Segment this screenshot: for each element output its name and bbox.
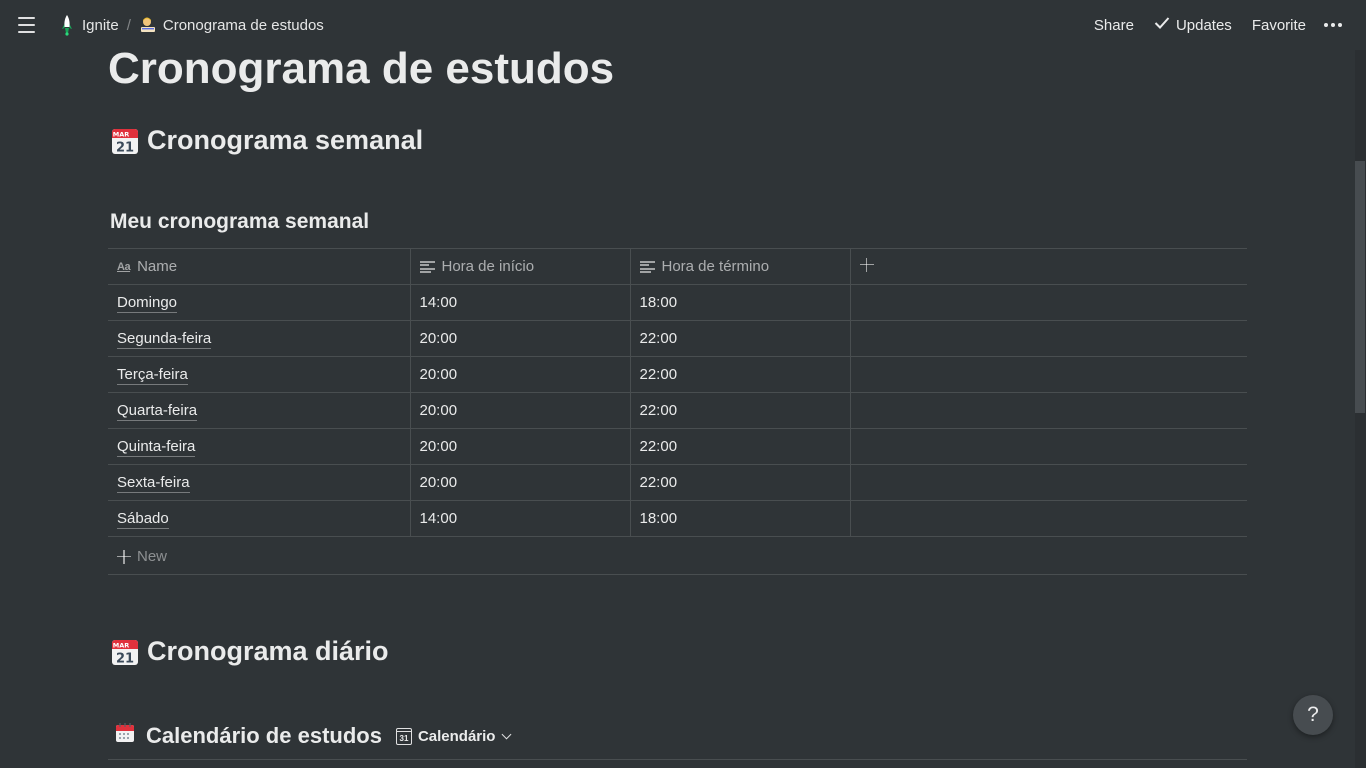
chevron-down-icon <box>502 729 512 739</box>
cell-empty[interactable] <box>849 356 1247 393</box>
cell-start[interactable]: 20:00 <box>409 356 630 393</box>
cell-empty[interactable] <box>849 392 1247 429</box>
calendar-icon: MAR 21 <box>111 638 139 666</box>
table-row[interactable]: Quinta-feira 20:00 22:00 <box>108 428 1247 465</box>
rocket-icon <box>58 14 76 36</box>
column-header-start[interactable]: Hora de início <box>409 248 630 285</box>
help-button[interactable]: ? <box>1293 695 1333 735</box>
page-name: Cronograma de estudos <box>162 16 324 34</box>
cell-start[interactable]: 20:00 <box>409 464 630 501</box>
cell-end[interactable]: 22:00 <box>629 428 850 465</box>
svg-text:21: 21 <box>116 651 134 666</box>
spiral-calendar-icon <box>114 722 136 750</box>
hamburger-menu-icon[interactable] <box>14 13 40 37</box>
table-header-row: Aa Name Hora de início Hora de término <box>108 248 1247 285</box>
check-icon <box>1154 16 1170 34</box>
cell-start[interactable]: 20:00 <box>409 320 630 357</box>
column-label: Hora de início <box>441 258 535 275</box>
cell-end[interactable]: 22:00 <box>629 320 850 357</box>
plus-icon <box>859 257 874 272</box>
calendar-db-header: Calendário de estudos 31 Calendário <box>114 722 512 750</box>
weekly-db-title[interactable]: Meu cronograma semanal <box>110 210 369 234</box>
cell-start[interactable]: 14:00 <box>409 500 630 537</box>
new-label: New <box>137 548 168 565</box>
cell-end[interactable]: 22:00 <box>629 464 850 501</box>
calendar-db-title[interactable]: Calendário de estudos <box>146 723 382 749</box>
add-row-button[interactable]: New <box>108 539 1247 575</box>
table-row[interactable]: Domingo 14:00 18:00 <box>108 284 1247 321</box>
cell-end[interactable]: 18:00 <box>629 500 850 537</box>
cell-empty[interactable] <box>849 428 1247 465</box>
table-row[interactable]: Terça-feira 20:00 22:00 <box>108 356 1247 393</box>
cell-end[interactable]: 22:00 <box>629 392 850 429</box>
updates-label: Updates <box>1175 16 1232 34</box>
svg-text:MAR: MAR <box>113 641 130 649</box>
row-name[interactable]: Quinta-feira <box>117 438 196 457</box>
svg-text:MAR: MAR <box>113 130 130 138</box>
view-switcher-button[interactable]: 31 Calendário <box>395 727 512 745</box>
breadcrumb-page[interactable]: Cronograma de estudos <box>133 13 330 37</box>
cell-end[interactable]: 18:00 <box>629 284 850 321</box>
add-column-button[interactable] <box>849 248 1247 285</box>
breadcrumb-separator: / <box>126 16 131 34</box>
divider <box>108 759 1247 760</box>
column-header-end[interactable]: Hora de término <box>629 248 850 285</box>
topbar: Ignite / Cronograma de estudos Share Upd… <box>0 0 1366 50</box>
text-lines-icon <box>639 260 655 273</box>
cell-empty[interactable] <box>849 500 1247 537</box>
svg-text:21: 21 <box>116 140 134 155</box>
row-name[interactable]: Domingo <box>117 294 178 313</box>
breadcrumb-workspace[interactable]: Ignite <box>52 11 125 39</box>
table-row[interactable]: Quarta-feira 20:00 22:00 <box>108 392 1247 429</box>
plus-icon <box>117 549 131 564</box>
heading-weekly[interactable]: MAR 21 Cronograma semanal <box>111 125 423 156</box>
row-name[interactable]: Sexta-feira <box>117 474 190 493</box>
cell-empty[interactable] <box>849 464 1247 501</box>
favorite-label: Favorite <box>1251 16 1306 34</box>
heading-weekly-text: Cronograma semanal <box>147 125 424 155</box>
weekly-schedule-table: Aa Name Hora de início Hora de término D… <box>108 248 1247 537</box>
person-studying-icon <box>139 16 157 34</box>
row-name[interactable]: Quarta-feira <box>117 402 198 421</box>
text-aa-icon: Aa <box>117 260 131 273</box>
updates-button[interactable]: Updates <box>1146 12 1240 38</box>
text-lines-icon <box>419 260 435 273</box>
page-title[interactable]: Cronograma de estudos <box>108 44 614 94</box>
column-label: Hora de término <box>661 258 770 275</box>
cell-start[interactable]: 14:00 <box>409 284 630 321</box>
share-button[interactable]: Share <box>1086 13 1142 38</box>
calendar-view-icon: 31 <box>395 727 412 745</box>
column-label: Name <box>137 258 178 275</box>
topbar-actions: Share Updates Favorite <box>1086 0 1348 50</box>
view-label: Calendário <box>417 727 496 745</box>
row-name[interactable]: Sábado <box>117 510 169 529</box>
calendar-icon: MAR 21 <box>111 127 139 155</box>
cell-start[interactable]: 20:00 <box>409 428 630 465</box>
cell-end[interactable]: 22:00 <box>629 356 850 393</box>
favorite-button[interactable]: Favorite <box>1244 13 1314 38</box>
cell-start[interactable]: 20:00 <box>409 392 630 429</box>
more-dots-icon[interactable] <box>1318 19 1348 31</box>
scrollbar-thumb[interactable] <box>1355 161 1365 413</box>
cell-empty[interactable] <box>849 320 1247 357</box>
table-row[interactable]: Sexta-feira 20:00 22:00 <box>108 464 1247 501</box>
breadcrumb: Ignite / Cronograma de estudos <box>52 0 330 50</box>
table-row[interactable]: Segunda-feira 20:00 22:00 <box>108 320 1247 357</box>
table-row[interactable]: Sábado 14:00 18:00 <box>108 500 1247 537</box>
cell-empty[interactable] <box>849 284 1247 321</box>
row-name[interactable]: Segunda-feira <box>117 330 212 349</box>
workspace-name: Ignite <box>82 16 119 34</box>
share-label: Share <box>1093 16 1134 34</box>
column-header-name[interactable]: Aa Name <box>108 248 410 285</box>
row-name[interactable]: Terça-feira <box>117 366 188 385</box>
heading-daily-text: Cronograma diário <box>147 636 389 666</box>
heading-daily[interactable]: MAR 21 Cronograma diário <box>111 636 389 667</box>
